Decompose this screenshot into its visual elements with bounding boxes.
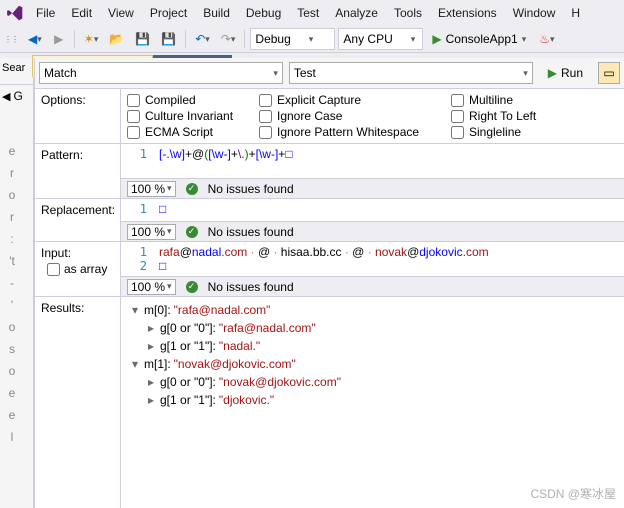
- tree-node[interactable]: ▾m[1]: "novak@djokovic.com": [129, 355, 616, 373]
- menu-bar: FileEditViewProjectBuildDebugTestAnalyze…: [0, 0, 624, 26]
- menu-debug[interactable]: Debug: [238, 4, 289, 22]
- side-glyphs: eror:'t-'osoeel: [2, 140, 22, 448]
- nav-back-button[interactable]: ◀▾: [24, 28, 46, 50]
- option-multiline[interactable]: Multiline: [451, 93, 561, 107]
- input-row: Input: as array 12 rafa@nadal.com · @ · …: [35, 242, 624, 297]
- replacement-status: 100 %▾ ✓ No issues found: [121, 221, 624, 241]
- replacement-editor[interactable]: 1 □: [121, 199, 624, 221]
- grip-icon: ⋮⋮: [4, 35, 18, 44]
- platform-value: Any CPU: [343, 32, 392, 46]
- pattern-label: Pattern:: [35, 144, 121, 198]
- option-explicit-capture[interactable]: Explicit Capture: [259, 93, 439, 107]
- tree-node[interactable]: ▸g[1 or "1"]: "nadal.": [129, 337, 616, 355]
- tree-node[interactable]: ▸g[0 or "0"]: "novak@djokovic.com": [129, 373, 616, 391]
- play-icon: ▶: [548, 66, 557, 80]
- nav-fwd-button[interactable]: ▶: [49, 28, 69, 50]
- option-rtl[interactable]: Right To Left: [451, 109, 561, 123]
- menu-test[interactable]: Test: [289, 4, 327, 22]
- ok-icon: ✓: [186, 226, 198, 238]
- redo-button[interactable]: ↷▾: [217, 28, 240, 50]
- status-text: No issues found: [208, 182, 294, 196]
- ok-icon: ✓: [186, 281, 198, 293]
- play-icon: ▶: [432, 32, 441, 46]
- zoom-dropdown[interactable]: 100 %▾: [127, 224, 176, 240]
- action-dropdown[interactable]: Test▾: [289, 62, 533, 84]
- menu-h[interactable]: H: [563, 4, 588, 22]
- input-status: 100 %▾ ✓ No issues found: [121, 276, 624, 296]
- option-compiled[interactable]: Compiled: [127, 93, 247, 107]
- tree-node[interactable]: ▾m[0]: "rafa@nadal.com": [129, 301, 616, 319]
- menu-window[interactable]: Window: [505, 4, 564, 22]
- menu-analyze[interactable]: Analyze: [327, 4, 386, 22]
- pattern-status: 100 %▾ ✓ No issues found: [121, 178, 624, 198]
- editor-toolbar: Match▾ Test▾ ▶Run ▭: [35, 58, 624, 89]
- options-label: Options:: [35, 89, 121, 143]
- regex-editor-panel: Match▾ Test▾ ▶Run ▭ Options: Compiled Exp…: [34, 58, 624, 508]
- tree-hint: G: [14, 89, 23, 103]
- ok-icon: ✓: [186, 183, 198, 195]
- tree-node[interactable]: ▸g[1 or "1"]: "djokovic.": [129, 391, 616, 409]
- vs-logo-icon: [6, 4, 24, 22]
- status-text: No issues found: [208, 280, 294, 294]
- menu-items: FileEditViewProjectBuildDebugTestAnalyze…: [28, 4, 588, 22]
- tree-node[interactable]: ▸g[0 or "0"]: "rafa@nadal.com": [129, 319, 616, 337]
- option-ignore-case[interactable]: Ignore Case: [259, 109, 439, 123]
- pattern-editor[interactable]: 1 [-.\w]+@([\w-]+\.)+[\w-]+□: [121, 144, 624, 178]
- start-debug-button[interactable]: ▶ConsoleApp1▾: [426, 28, 532, 50]
- save-button[interactable]: 💾: [131, 28, 154, 50]
- input-editor[interactable]: 12 rafa@nadal.com · @ · hisaa.bb.cc · @ …: [121, 242, 624, 276]
- open-button[interactable]: 📂: [105, 28, 128, 50]
- pattern-row: Pattern: 1 [-.\w]+@([\w-]+\.)+[\w-]+□ 10…: [35, 144, 624, 199]
- options-row: Options: Compiled Explicit Capture Multili…: [35, 89, 624, 144]
- config-value: Debug: [255, 32, 290, 46]
- layout-icon: ▭: [603, 66, 614, 80]
- platform-dropdown[interactable]: Any CPU▾: [338, 28, 423, 50]
- as-array-checkbox[interactable]: as array: [41, 260, 114, 278]
- results-tree[interactable]: ▾m[0]: "rafa@nadal.com"▸g[0 or "0"]: "ra…: [121, 297, 624, 508]
- main-toolbar: ⋮⋮ ◀▾ ▶ ✶▾ 📂 💾 💾 ↶▾ ↷▾ Debug▾ Any CPU▾ ▶…: [0, 26, 624, 53]
- config-dropdown[interactable]: Debug▾: [250, 28, 335, 50]
- new-item-button[interactable]: ✶▾: [80, 28, 103, 50]
- search-tab-label[interactable]: Sear: [0, 58, 33, 78]
- input-label: Input: as array: [35, 242, 121, 296]
- option-culture-invariant[interactable]: Culture Invariant: [127, 109, 247, 123]
- layout-toggle-button[interactable]: ▭: [598, 62, 620, 84]
- results-label: Results:: [35, 297, 121, 508]
- start-target-label: ConsoleApp1: [446, 32, 518, 46]
- status-text: No issues found: [208, 225, 294, 239]
- menu-tools[interactable]: Tools: [386, 4, 430, 22]
- option-ignore-pw[interactable]: Ignore Pattern Whitespace: [259, 125, 439, 139]
- save-all-button[interactable]: 💾: [157, 28, 180, 50]
- hot-reload-button[interactable]: ♨▾: [535, 28, 558, 50]
- option-ecma-script[interactable]: ECMA Script: [127, 125, 247, 139]
- menu-project[interactable]: Project: [142, 4, 195, 22]
- run-button[interactable]: ▶Run: [539, 62, 592, 84]
- menu-extensions[interactable]: Extensions: [430, 4, 505, 22]
- results-row: Results: ▾m[0]: "rafa@nadal.com"▸g[0 or …: [35, 297, 624, 508]
- menu-file[interactable]: File: [28, 4, 63, 22]
- option-singleline[interactable]: Singleline: [451, 125, 561, 139]
- menu-build[interactable]: Build: [195, 4, 238, 22]
- replacement-label: Replacement:: [35, 199, 121, 241]
- menu-edit[interactable]: Edit: [63, 4, 100, 22]
- zoom-dropdown[interactable]: 100 %▾: [127, 181, 176, 197]
- zoom-dropdown[interactable]: 100 %▾: [127, 279, 176, 295]
- menu-view[interactable]: View: [100, 4, 142, 22]
- replacement-row: Replacement: 1 □ 100 %▾ ✓ No issues foun…: [35, 199, 624, 242]
- undo-button[interactable]: ↶▾: [191, 28, 214, 50]
- mode-dropdown[interactable]: Match▾: [39, 62, 283, 84]
